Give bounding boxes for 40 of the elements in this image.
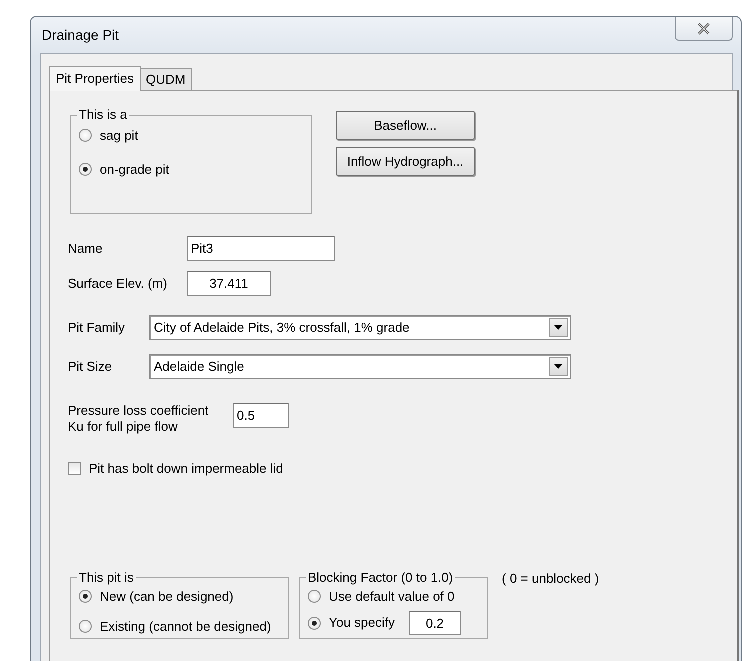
group-label: Blocking Factor (0 to 1.0) bbox=[307, 570, 454, 584]
tab[interactable]: QUDM bbox=[140, 68, 192, 90]
pit-family-select[interactable]: City of Adelaide Pits, 3% crossfall, 1% grade bbox=[149, 315, 571, 340]
radio-button[interactable] bbox=[308, 590, 321, 603]
elevation-field[interactable]: 37.411 bbox=[187, 271, 271, 296]
radio-label: Use default value of 0 bbox=[329, 588, 455, 606]
baseflow-button[interactable]: Baseflow... bbox=[336, 111, 475, 140]
tab[interactable]: Pit Properties bbox=[49, 66, 142, 91]
blocking-factor-field[interactable]: 0.2 bbox=[409, 611, 462, 635]
select-value: City of Adelaide Pits, 3% crossfall, 1% grade bbox=[154, 318, 410, 337]
group-label: This is a bbox=[78, 108, 128, 122]
field-label: Pit Size bbox=[68, 358, 114, 376]
checkbox[interactable] bbox=[68, 462, 81, 476]
radio-button[interactable] bbox=[79, 590, 92, 603]
field-label: Name bbox=[68, 240, 104, 258]
close-icon bbox=[697, 22, 711, 34]
radio-label: sag pit bbox=[100, 127, 138, 145]
radio-label: New (can be designed) bbox=[100, 588, 234, 606]
dropdown-caret-icon bbox=[554, 364, 563, 369]
pit-size-select[interactable]: Adelaide Single bbox=[149, 354, 571, 379]
field-label: Pit Family bbox=[68, 318, 126, 337]
radio-button[interactable] bbox=[79, 162, 92, 176]
radio-label: on-grade pit bbox=[100, 160, 170, 179]
window-title: Drainage Pit bbox=[41, 26, 120, 45]
close-button[interactable] bbox=[675, 17, 733, 41]
checkbox-label: Pit has bolt down impermeable lid bbox=[89, 460, 284, 478]
select-value: Adelaide Single bbox=[154, 358, 244, 376]
dropdown-caret-icon bbox=[554, 325, 563, 330]
field-label: Pressure loss coefficient Ku for full pipe flow bbox=[68, 403, 210, 435]
radio-button[interactable] bbox=[79, 129, 92, 142]
radio-button[interactable] bbox=[79, 620, 92, 634]
radio-label: Existing (cannot be designed) bbox=[100, 618, 272, 636]
radio-label: You specify bbox=[329, 614, 396, 632]
hint-text: ( 0 = unblocked ) bbox=[502, 570, 600, 588]
hydrograph-button[interactable]: Inflow Hydrograph... bbox=[336, 147, 475, 176]
group-label: This pit is bbox=[78, 570, 135, 584]
name-field[interactable]: Pit3 bbox=[187, 236, 335, 261]
field-label: Surface Elev. (m) bbox=[68, 274, 168, 293]
coefficient-field[interactable]: 0.5 bbox=[233, 402, 289, 428]
radio-button[interactable] bbox=[308, 616, 321, 630]
